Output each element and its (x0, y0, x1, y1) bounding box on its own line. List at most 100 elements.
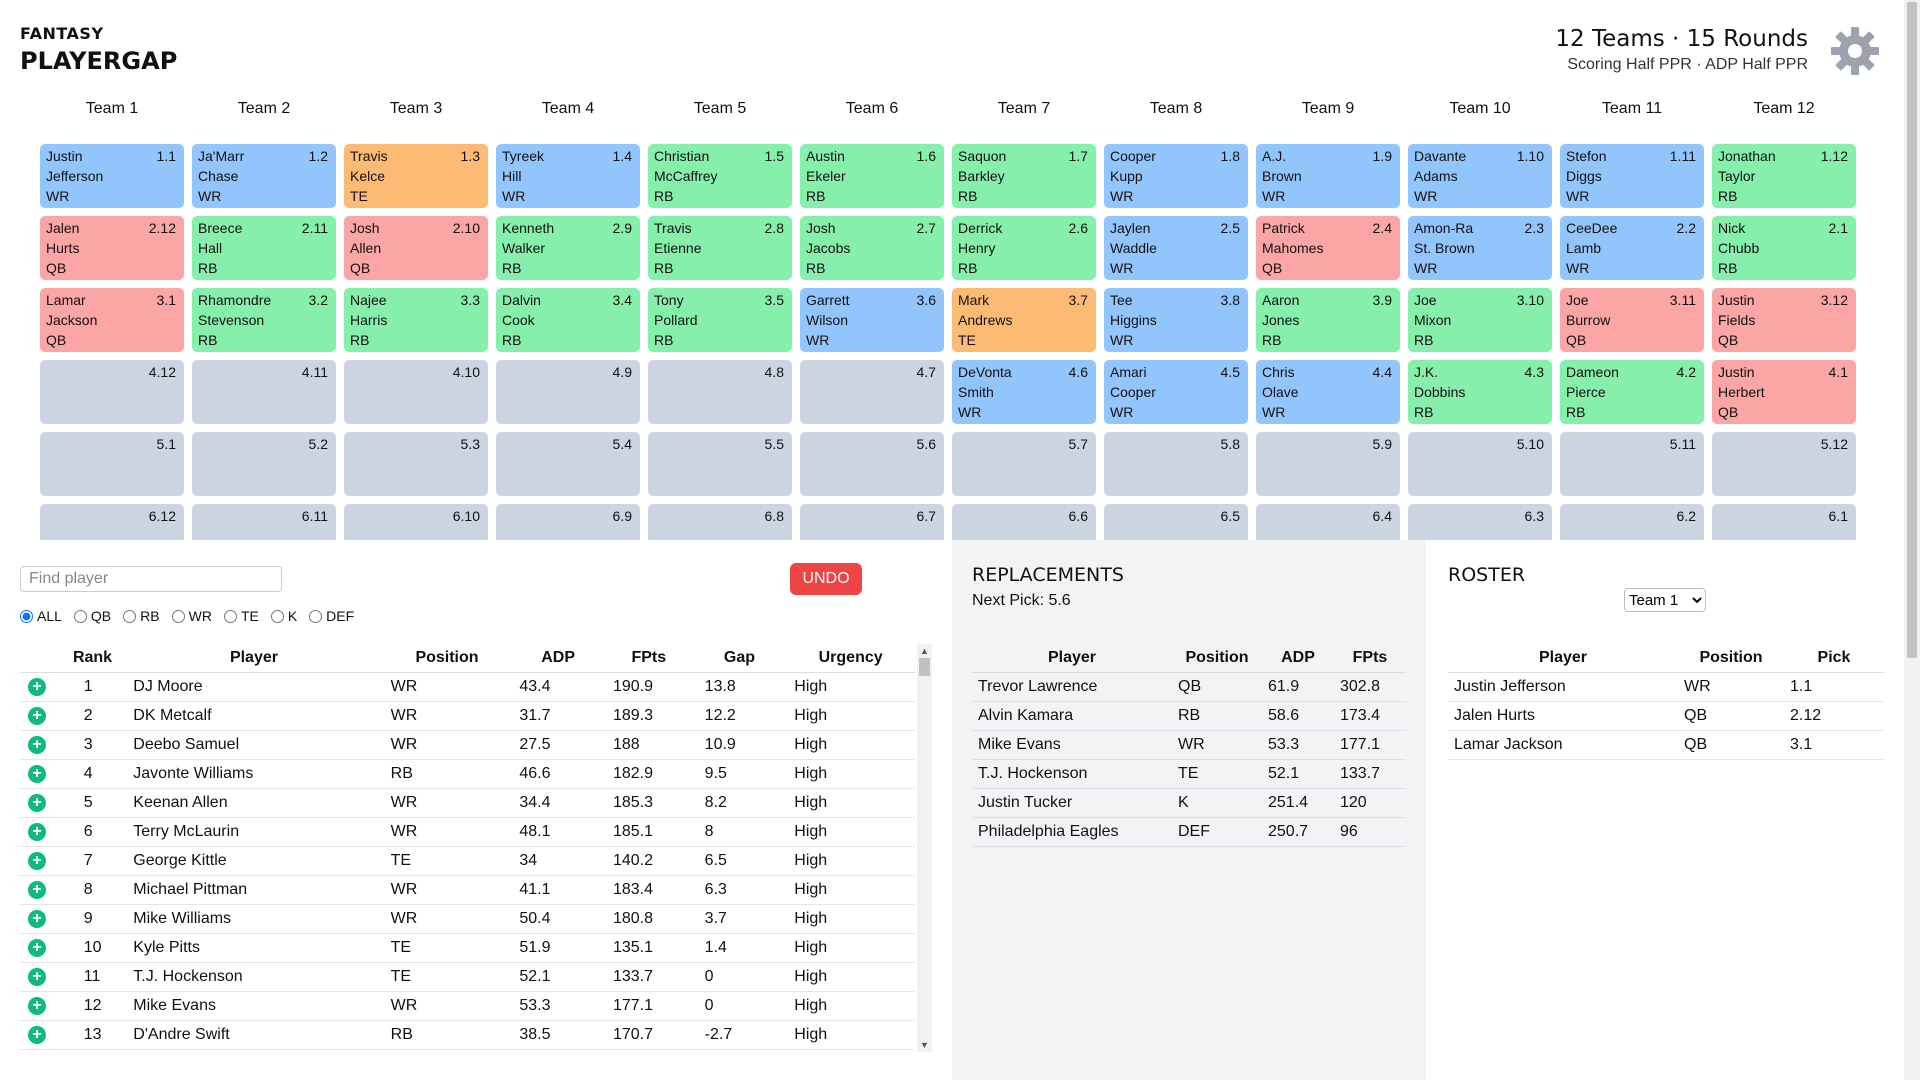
filter-te[interactable]: TE (223, 608, 259, 624)
draft-pick-cell[interactable]: 6.4 (1256, 504, 1400, 540)
draft-pick-cell[interactable]: 2.10 Josh Allen QB (344, 216, 488, 280)
draft-pick-cell[interactable]: 6.12 (40, 504, 184, 540)
draft-pick-cell[interactable]: 2.8 Travis Etienne RB (648, 216, 792, 280)
plus-circle-icon[interactable]: + (28, 794, 46, 812)
draft-pick-cell[interactable]: 3.1 Lamar Jackson QB (40, 288, 184, 352)
filter-radio[interactable] (123, 609, 137, 623)
draft-pick-cell[interactable]: 3.11 Joe Burrow QB (1560, 288, 1704, 352)
plus-circle-icon[interactable]: + (28, 910, 46, 928)
filter-radio[interactable] (270, 609, 284, 623)
plus-circle-icon[interactable]: + (28, 939, 46, 957)
draft-pick-cell[interactable]: 6.8 (648, 504, 792, 540)
draft-pick-cell[interactable]: 4.11 (192, 360, 336, 424)
plus-circle-icon[interactable]: + (28, 707, 46, 725)
draft-pick-cell[interactable]: 2.2 CeeDee Lamb WR (1560, 216, 1704, 280)
draft-pick-cell[interactable]: 2.9 Kenneth Walker RB (496, 216, 640, 280)
draft-pick-cell[interactable]: 3.3 Najee Harris RB (344, 288, 488, 352)
draft-pick-cell[interactable]: 3.4 Dalvin Cook RB (496, 288, 640, 352)
draft-pick-cell[interactable]: 1.1 Justin Jefferson WR (40, 144, 184, 208)
draft-pick-cell[interactable]: 2.7 Josh Jacobs RB (800, 216, 944, 280)
search-input[interactable] (20, 566, 282, 592)
draft-pick-cell[interactable]: 5.1 (40, 432, 184, 496)
plus-circle-icon[interactable]: + (28, 997, 46, 1015)
draft-pick-cell[interactable]: 1.8 Cooper Kupp WR (1104, 144, 1248, 208)
draft-pick-cell[interactable]: 1.12 Jonathan Taylor RB (1712, 144, 1856, 208)
plus-circle-icon[interactable]: + (28, 1026, 46, 1044)
draft-pick-cell[interactable]: 5.2 (192, 432, 336, 496)
draft-pick-cell[interactable]: 3.8 Tee Higgins WR (1104, 288, 1248, 352)
draft-pick-cell[interactable]: 4.1 Justin Herbert QB (1712, 360, 1856, 424)
draft-pick-cell[interactable]: 2.1 Nick Chubb RB (1712, 216, 1856, 280)
filter-radio[interactable] (20, 609, 33, 623)
plus-circle-icon[interactable]: + (28, 736, 46, 754)
draft-pick-cell[interactable]: 5.3 (344, 432, 488, 496)
plus-circle-icon[interactable]: + (28, 678, 46, 696)
draft-pick-cell[interactable]: 3.5 Tony Pollard RB (648, 288, 792, 352)
filter-radio[interactable] (171, 609, 185, 623)
draft-pick-cell[interactable]: 1.5 Christian McCaffrey RB (648, 144, 792, 208)
draft-pick-cell[interactable]: 5.12 (1712, 432, 1856, 496)
draft-pick-cell[interactable]: 2.5 Jaylen Waddle WR (1104, 216, 1248, 280)
draft-pick-cell[interactable]: 4.12 (40, 360, 184, 424)
draft-pick-cell[interactable]: 5.6 (800, 432, 944, 496)
draft-pick-cell[interactable]: 4.4 Chris Olave WR (1256, 360, 1400, 424)
draft-pick-cell[interactable]: 6.7 (800, 504, 944, 540)
draft-pick-cell[interactable]: 5.10 (1408, 432, 1552, 496)
draft-pick-cell[interactable]: 5.8 (1104, 432, 1248, 496)
plus-circle-icon[interactable]: + (28, 765, 46, 783)
draft-pick-cell[interactable]: 5.9 (1256, 432, 1400, 496)
draft-pick-cell[interactable]: 1.11 Stefon Diggs WR (1560, 144, 1704, 208)
draft-pick-cell[interactable]: 3.12 Justin Fields QB (1712, 288, 1856, 352)
draft-pick-cell[interactable]: 2.12 Jalen Hurts QB (40, 216, 184, 280)
draft-pick-cell[interactable]: 5.11 (1560, 432, 1704, 496)
scroll-down-icon[interactable]: ▼ (920, 1040, 929, 1050)
draft-pick-cell[interactable]: 1.10 Davante Adams WR (1408, 144, 1552, 208)
draft-pick-cell[interactable]: 4.2 Dameon Pierce RB (1560, 360, 1704, 424)
undo-button[interactable]: UNDO (790, 563, 862, 595)
draft-pick-cell[interactable]: 4.9 (496, 360, 640, 424)
draft-pick-cell[interactable]: 6.5 (1104, 504, 1248, 540)
page-scrollbar[interactable] (1904, 0, 1920, 1080)
draft-pick-cell[interactable]: 3.6 Garrett Wilson WR (800, 288, 944, 352)
draft-pick-cell[interactable]: 2.3 Amon-Ra St. Brown WR (1408, 216, 1552, 280)
plus-circle-icon[interactable]: + (28, 968, 46, 986)
plus-circle-icon[interactable]: + (28, 881, 46, 899)
draft-pick-cell[interactable]: 1.7 Saquon Barkley RB (952, 144, 1096, 208)
draft-pick-cell[interactable]: 5.4 (496, 432, 640, 496)
draft-pick-cell[interactable]: 1.6 Austin Ekeler RB (800, 144, 944, 208)
draft-pick-cell[interactable]: 4.8 (648, 360, 792, 424)
plus-circle-icon[interactable]: + (28, 823, 46, 841)
draft-pick-cell[interactable]: 4.3 J.K. Dobbins RB (1408, 360, 1552, 424)
draft-pick-cell[interactable]: 6.6 (952, 504, 1096, 540)
filter-qb[interactable]: QB (73, 608, 111, 624)
draft-pick-cell[interactable]: 2.6 Derrick Henry RB (952, 216, 1096, 280)
filter-radio[interactable] (309, 609, 323, 623)
draft-pick-cell[interactable]: 3.10 Joe Mixon RB (1408, 288, 1552, 352)
draft-pick-cell[interactable]: 3.7 Mark Andrews TE (952, 288, 1096, 352)
page-scrollbar-thumb[interactable] (1907, 2, 1917, 658)
draft-pick-cell[interactable]: 4.7 (800, 360, 944, 424)
draft-pick-cell[interactable]: 1.2 Ja'Marr Chase WR (192, 144, 336, 208)
draft-pick-cell[interactable]: 5.5 (648, 432, 792, 496)
draft-pick-cell[interactable]: 6.11 (192, 504, 336, 540)
players-scrollbar[interactable]: ▲ ▼ (917, 644, 932, 1052)
filter-def[interactable]: DEF (309, 608, 354, 624)
draft-pick-cell[interactable]: 6.3 (1408, 504, 1552, 540)
draft-pick-cell[interactable]: 2.11 Breece Hall RB (192, 216, 336, 280)
draft-pick-cell[interactable]: 1.4 Tyreek Hill WR (496, 144, 640, 208)
scroll-up-icon[interactable]: ▲ (920, 646, 929, 656)
draft-pick-cell[interactable]: 6.1 (1712, 504, 1856, 540)
draft-pick-cell[interactable]: 4.6 DeVonta Smith WR (952, 360, 1096, 424)
draft-pick-cell[interactable]: 3.2 Rhamondre Stevenson RB (192, 288, 336, 352)
filter-radio[interactable] (223, 609, 237, 623)
filter-radio[interactable] (73, 609, 87, 623)
filter-k[interactable]: K (270, 608, 297, 624)
team-select[interactable]: Team 1 (1624, 588, 1706, 612)
draft-pick-cell[interactable]: 1.3 Travis Kelce TE (344, 144, 488, 208)
filter-wr[interactable]: WR (171, 608, 212, 624)
draft-pick-cell[interactable]: 6.9 (496, 504, 640, 540)
scrollbar-thumb[interactable] (919, 658, 930, 676)
filter-all[interactable]: ALL (20, 608, 62, 624)
draft-pick-cell[interactable]: 2.4 Patrick Mahomes QB (1256, 216, 1400, 280)
draft-pick-cell[interactable]: 4.10 (344, 360, 488, 424)
